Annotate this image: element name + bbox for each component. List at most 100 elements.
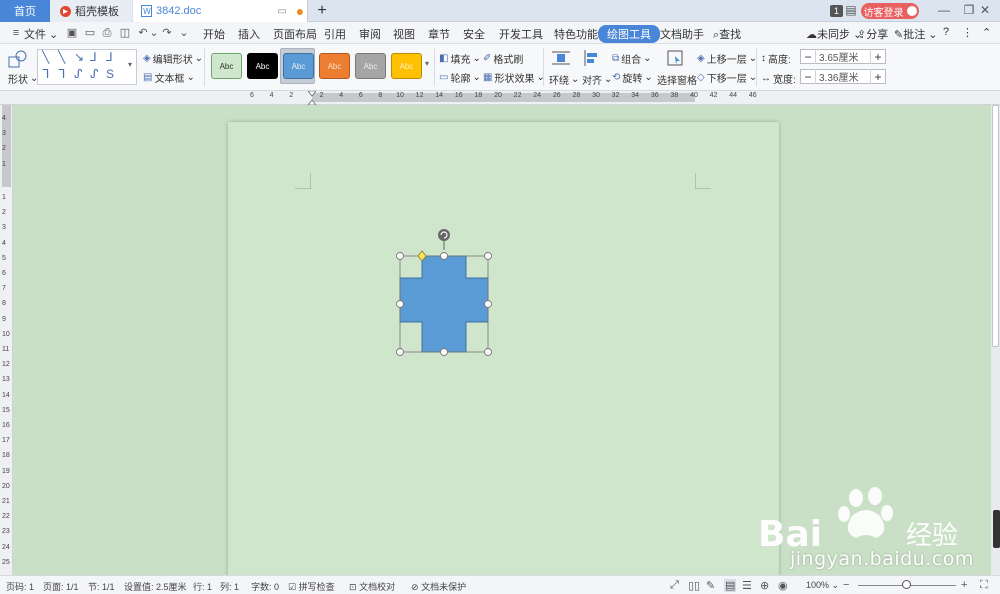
restore-icon[interactable]: ❐ <box>962 3 976 17</box>
tab-daoke[interactable]: 稻壳模板 <box>50 0 132 22</box>
visitor-login-button[interactable]: 访客登录 <box>861 3 919 19</box>
wrap-button[interactable]: 环绕 ⌄ <box>549 72 579 87</box>
tab-monitor-icon[interactable]: ▭ <box>275 6 289 17</box>
doc-proof-button[interactable]: ⊡ 文档校对 <box>349 580 395 593</box>
share-button[interactable]: ⇪分享 <box>857 26 888 42</box>
height-input[interactable]: 3.65厘米 <box>815 49 871 64</box>
zoom-in-icon[interactable]: + <box>961 579 967 591</box>
zoom-slider-knob[interactable] <box>902 580 911 589</box>
selection-pane-icon[interactable] <box>667 50 683 66</box>
wrap-icon[interactable] <box>552 50 570 66</box>
undo-dropdown-icon[interactable]: ⌄ <box>148 27 160 39</box>
status-column[interactable]: 列: 1 <box>220 580 239 593</box>
page-view-icon[interactable]: ▤ <box>724 579 737 592</box>
menu-review[interactable]: 审阅 <box>359 26 381 42</box>
style-gallery-more-icon[interactable]: ▾ <box>425 59 429 68</box>
document-canvas[interactable] <box>14 105 991 575</box>
resize-handle[interactable] <box>396 348 404 356</box>
vertical-scrollbar[interactable] <box>991 105 1000 575</box>
doc-protect-button[interactable]: ⊘ 文档未保护 <box>411 580 466 593</box>
collapse-ribbon-icon[interactable]: ⌃ <box>982 26 991 39</box>
connector-shape-icon[interactable]: ᒣ <box>58 67 65 81</box>
text-box-button[interactable]: ▤ 文本框 ⌄ <box>143 70 195 85</box>
height-increase-button[interactable]: + <box>871 50 885 64</box>
status-word-count[interactable]: 字数: 0 <box>251 580 279 593</box>
edit-mode-icon[interactable]: ✎ <box>706 579 715 592</box>
print-icon[interactable]: ⎙ <box>101 27 113 39</box>
zoom-level[interactable]: 100% ⌄ <box>806 580 839 591</box>
shape-button[interactable]: 形状 ⌄ <box>8 71 38 86</box>
selected-shape[interactable] <box>392 226 496 356</box>
resize-handle[interactable] <box>484 252 492 260</box>
status-section[interactable]: 节: 1/1 <box>88 580 115 593</box>
resize-handle[interactable] <box>440 348 448 356</box>
line-shape-icon[interactable]: ╲ <box>58 50 65 64</box>
curve-shape-icon[interactable]: ᔑ <box>74 67 83 81</box>
resize-handle[interactable] <box>440 252 448 260</box>
window-count-badge[interactable]: 1 <box>830 5 843 17</box>
horizontal-ruler[interactable]: 6 4 2 2 4 6 8 10 12 14 16 18 20 22 24 26 28 30 32 34 36 38 40 4… <box>0 91 1000 105</box>
menu-hamburger-icon[interactable]: ≡ <box>10 27 22 39</box>
menu-doc-assistant[interactable]: 文档助手 <box>660 26 704 42</box>
elbow-shape-icon[interactable]: ⅃ <box>90 50 97 64</box>
help-icon[interactable]: ? <box>943 26 949 38</box>
menu-insert[interactable]: 插入 <box>238 26 260 42</box>
shapes-gallery[interactable]: ╲ ╲ ↘ ⅃ ⅃ ᒣ ᒣ ᔑ ᔑ S ▾ <box>37 49 137 85</box>
shape-style-2[interactable]: Abc <box>247 53 278 79</box>
group-button[interactable]: ⧉ 组合 ⌄ <box>612 51 652 66</box>
width-increase-button[interactable]: + <box>871 70 885 84</box>
selection-pane-button[interactable]: 选择窗格 <box>657 72 697 87</box>
elbow-shape-icon[interactable]: ⅃ <box>106 50 113 64</box>
bring-forward-button[interactable]: ◈ 上移一层 ⌄ <box>697 51 757 66</box>
side-panel-handle[interactable] <box>993 510 1000 548</box>
connector-shape-icon[interactable]: ᒣ <box>42 67 49 81</box>
status-page-number[interactable]: 页码: 1 <box>6 580 34 593</box>
resize-handle[interactable] <box>396 300 404 308</box>
send-backward-button[interactable]: ◇ 下移一层 ⌄ <box>697 70 757 85</box>
status-pages[interactable]: 页面: 1/1 <box>43 580 79 593</box>
scrollbar-thumb[interactable] <box>992 105 999 347</box>
fullscreen-icon[interactable]: ⤢ <box>670 579 679 592</box>
menu-developer[interactable]: 开发工具 <box>499 26 543 42</box>
menu-view[interactable]: 视图 <box>393 26 415 42</box>
save-icon[interactable]: ▣ <box>66 27 78 39</box>
status-setting[interactable]: 设置值: 2.5厘米 <box>124 580 187 593</box>
resize-handle[interactable] <box>484 348 492 356</box>
window-list-icon[interactable]: ▤ <box>844 3 858 17</box>
curve-shape-icon[interactable]: ᔑ <box>90 67 99 81</box>
menu-chapter[interactable]: 章节 <box>428 26 450 42</box>
search-button[interactable]: ⌕查找 <box>713 26 741 42</box>
width-stepper[interactable]: − 3.36厘米 + <box>800 69 886 84</box>
height-stepper[interactable]: − 3.65厘米 + <box>800 49 886 64</box>
open-folder-icon[interactable]: ▭ <box>84 27 96 39</box>
arrow-shape-icon[interactable]: ↘ <box>74 50 84 64</box>
menu-start[interactable]: 开始 <box>203 26 225 42</box>
indent-marker-icon[interactable] <box>308 91 316 105</box>
resize-handle[interactable] <box>396 252 404 260</box>
new-tab-button[interactable]: + <box>312 0 332 22</box>
align-button[interactable]: 对齐 ⌄ <box>582 72 612 87</box>
menu-features[interactable]: 特色功能 <box>554 26 598 42</box>
shape-style-5[interactable]: Abc <box>355 53 386 79</box>
outline-view-icon[interactable]: ☰ <box>742 579 752 592</box>
outline-button[interactable]: ▭ 轮廓 ⌄ <box>439 70 481 85</box>
read-mode-icon[interactable]: ▯▯ <box>688 579 700 592</box>
width-input[interactable]: 3.36厘米 <box>815 69 871 84</box>
sync-button[interactable]: ☁未同步 ⌄ <box>806 26 862 42</box>
menu-drawing-tools[interactable]: 绘图工具 <box>598 25 660 43</box>
tab-home[interactable]: 首页 <box>0 0 50 22</box>
tab-document[interactable]: W 3842.doc ▭ ● <box>133 0 308 22</box>
close-icon[interactable]: ✕ <box>975 3 995 17</box>
shape-style-6[interactable]: Abc <box>391 53 422 79</box>
fit-window-icon[interactable]: ⛶ <box>980 579 988 592</box>
freeform-shape-icon[interactable]: S <box>106 67 114 81</box>
menu-page-layout[interactable]: 页面布局 <box>273 26 317 42</box>
more-icon[interactable]: ⋮ <box>962 26 973 39</box>
rotate-handle-icon[interactable] <box>438 229 450 241</box>
status-row[interactable]: 行: 1 <box>193 580 212 593</box>
shape-icon[interactable] <box>8 50 28 68</box>
width-decrease-button[interactable]: − <box>801 70 815 84</box>
zoom-out-icon[interactable]: − <box>843 579 849 591</box>
vertical-ruler[interactable]: 4 3 2 1 1 2 3 4 5 6 7 8 9 10 11 12 13 14 15 16 17 18 19 20 21 22 2… <box>0 105 13 575</box>
web-view-icon[interactable]: ⊕ <box>760 579 769 592</box>
